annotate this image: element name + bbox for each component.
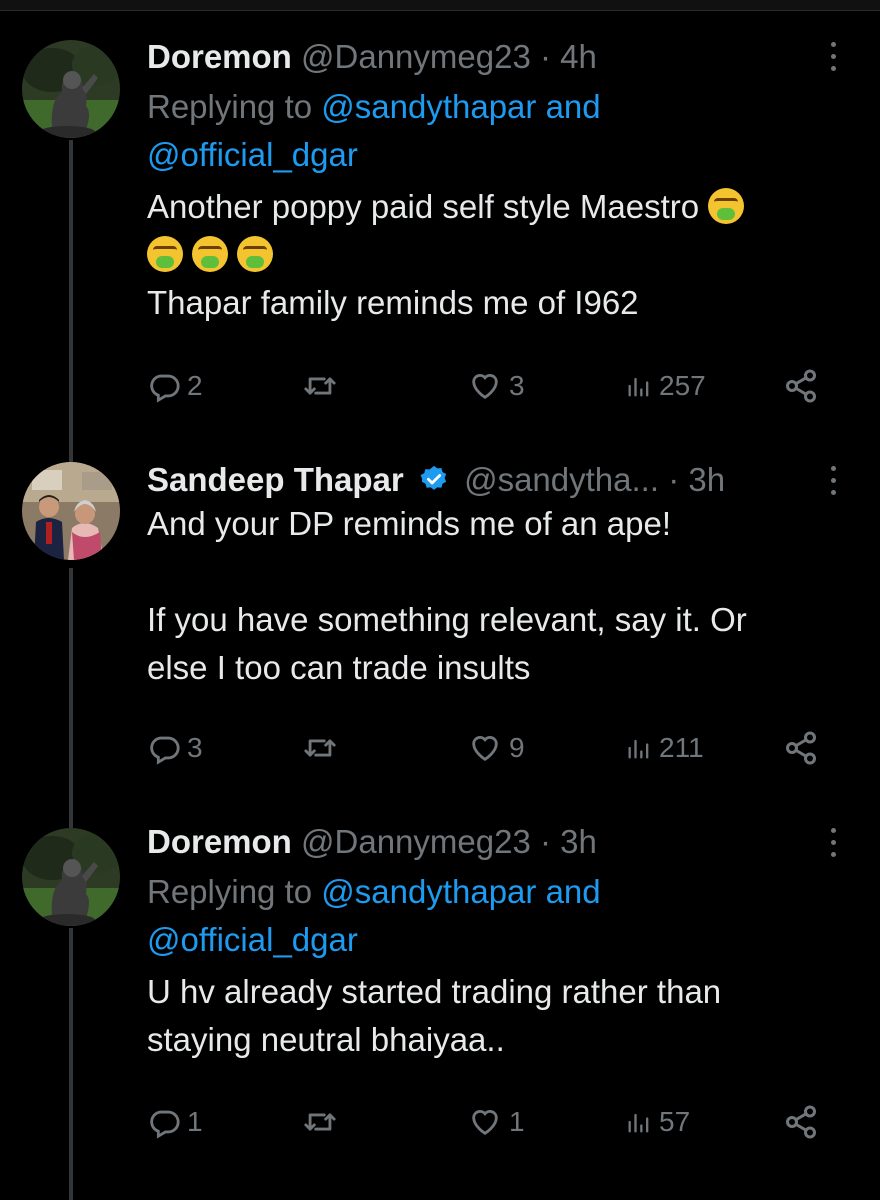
like-icon bbox=[467, 1105, 503, 1139]
emoji-row bbox=[147, 231, 840, 279]
tweet-text-line: Thapar family reminds me of I962 bbox=[147, 284, 639, 321]
timestamp[interactable]: 4h bbox=[560, 38, 597, 75]
mention-link[interactable]: @official_dgar bbox=[147, 921, 358, 958]
author-name[interactable]: Sandeep Thapar bbox=[147, 461, 404, 498]
author-name[interactable]: Doremon bbox=[147, 823, 292, 860]
like-count: 1 bbox=[509, 1106, 525, 1137]
like-button[interactable]: 3 bbox=[467, 364, 525, 408]
reply-count: 1 bbox=[187, 1106, 203, 1137]
thread-connector-line bbox=[69, 140, 73, 462]
tweet-text-line: U hv already started trading rather than bbox=[147, 973, 722, 1010]
views-button[interactable]: 257 bbox=[625, 364, 706, 408]
reply-icon bbox=[147, 731, 181, 765]
reply-icon bbox=[147, 1105, 181, 1139]
like-count: 9 bbox=[509, 732, 525, 763]
verified-badge-icon bbox=[420, 466, 447, 491]
more-icon[interactable] bbox=[826, 42, 840, 76]
thread-connector-line bbox=[69, 928, 73, 1200]
share-button[interactable] bbox=[783, 726, 819, 770]
tweet-actions: 3 9 211 bbox=[147, 726, 837, 770]
reply-count: 2 bbox=[187, 370, 203, 401]
tweet-actions: 2 3 257 bbox=[147, 364, 837, 408]
like-icon bbox=[467, 731, 503, 765]
timestamp[interactable]: 3h bbox=[560, 823, 597, 860]
avatar[interactable] bbox=[22, 828, 120, 926]
like-icon bbox=[467, 369, 503, 403]
tweet-header: Sandeep Thapar @sandytha... · 3h bbox=[147, 460, 840, 500]
separator-dot: · bbox=[659, 461, 689, 498]
view-count: 57 bbox=[659, 1106, 691, 1137]
thread-connector-line bbox=[69, 568, 73, 828]
replying-label: Replying to bbox=[147, 873, 322, 910]
separator-dot: · bbox=[530, 38, 561, 75]
reply-button[interactable]: 1 bbox=[147, 1100, 203, 1144]
tweet-header: Doremon @Dannymeg23 · 3h bbox=[147, 822, 840, 862]
mention-link[interactable]: @sandythapar and bbox=[321, 88, 600, 125]
replying-to: Replying to @sandythapar and bbox=[147, 868, 840, 916]
retweet-button[interactable] bbox=[301, 726, 345, 770]
replying-to: Replying to @sandythapar and bbox=[147, 83, 840, 131]
replying-to-line-2: @official_dgar bbox=[147, 131, 840, 179]
author-handle[interactable]: @Dannymeg23 bbox=[301, 38, 531, 75]
retweet-icon bbox=[301, 369, 339, 403]
vomiting-face-emoji bbox=[192, 236, 229, 273]
reply-icon bbox=[147, 369, 181, 403]
share-icon bbox=[783, 368, 819, 404]
tweet-text-line: staying neutral bhaiyaa.. bbox=[147, 1021, 505, 1058]
like-button[interactable]: 1 bbox=[467, 1100, 525, 1144]
vomiting-face-emoji bbox=[708, 188, 745, 225]
tweet-actions: 1 1 57 bbox=[147, 1100, 837, 1144]
tweet-text-line: Another poppy paid self style Maestro bbox=[147, 188, 700, 225]
separator-dot: · bbox=[530, 823, 561, 860]
more-icon[interactable] bbox=[826, 466, 840, 500]
like-button[interactable]: 9 bbox=[467, 726, 525, 770]
reply-button[interactable]: 2 bbox=[147, 364, 203, 408]
top-divider bbox=[0, 0, 880, 11]
retweet-icon bbox=[301, 1105, 339, 1139]
tweet-text: Another poppy paid self style Maestro bbox=[147, 183, 840, 231]
author-name[interactable]: Doremon bbox=[147, 38, 292, 75]
replying-to-line-2: @official_dgar bbox=[147, 916, 840, 964]
tweet-text-line: If you have something relevant, say it. … bbox=[147, 601, 747, 638]
retweet-button[interactable] bbox=[301, 364, 345, 408]
vomiting-face-emoji bbox=[237, 236, 274, 273]
views-button[interactable]: 57 bbox=[625, 1100, 690, 1144]
share-button[interactable] bbox=[783, 1100, 819, 1144]
retweet-icon bbox=[301, 731, 339, 765]
tweet-text-line: else I too can trade insults bbox=[147, 649, 531, 686]
views-icon bbox=[625, 731, 653, 765]
avatar[interactable] bbox=[22, 462, 120, 560]
views-icon bbox=[625, 1105, 653, 1139]
more-icon[interactable] bbox=[826, 828, 840, 862]
mention-link[interactable]: @sandythapar and bbox=[321, 873, 600, 910]
share-icon bbox=[783, 730, 819, 766]
tweet-text-line: And your DP reminds me of an ape! bbox=[147, 505, 672, 542]
vomiting-face-emoji bbox=[147, 236, 183, 273]
timestamp[interactable]: 3h bbox=[688, 461, 725, 498]
author-handle[interactable]: @sandytha... bbox=[464, 461, 659, 498]
view-count: 257 bbox=[659, 370, 706, 401]
share-button[interactable] bbox=[783, 364, 819, 408]
like-count: 3 bbox=[509, 370, 525, 401]
tweet-header: Doremon @Dannymeg23 · 4h bbox=[147, 37, 840, 77]
replying-label: Replying to bbox=[147, 88, 322, 125]
mention-link[interactable]: @official_dgar bbox=[147, 136, 358, 173]
avatar[interactable] bbox=[22, 40, 120, 138]
author-handle[interactable]: @Dannymeg23 bbox=[301, 823, 531, 860]
share-icon bbox=[783, 1104, 819, 1140]
reply-count: 3 bbox=[187, 732, 203, 763]
reply-button[interactable]: 3 bbox=[147, 726, 203, 770]
views-icon bbox=[625, 369, 653, 403]
retweet-button[interactable] bbox=[301, 1100, 345, 1144]
view-count: 211 bbox=[659, 732, 704, 763]
views-button[interactable]: 211 bbox=[625, 726, 704, 770]
